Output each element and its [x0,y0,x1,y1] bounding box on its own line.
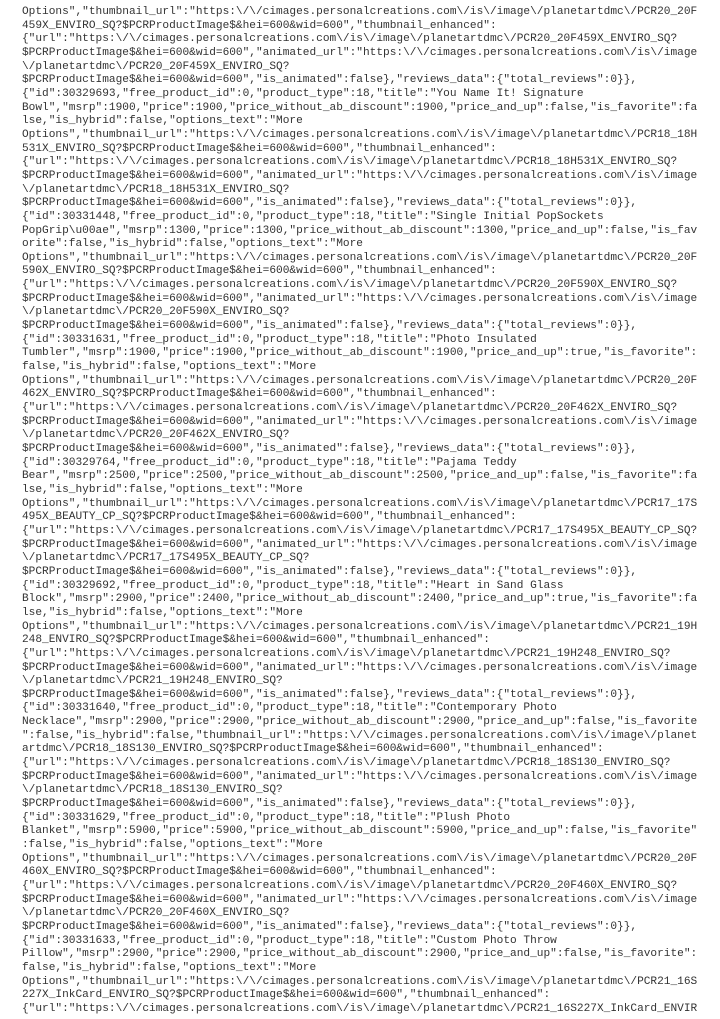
json-text-line: \/planetartdmc\/PCR20_20F460X_ENVIRO_SQ? [22,907,290,920]
json-text-line: $PCRProductImage$&hei=600&wid=600","is_a… [22,74,638,87]
json-text-line: {"url":"https:\/\/cimages.personalcreati… [22,880,678,892]
json-text-line: 590X_ENVIRO_SQ?$PCRProductImage$&hei=600… [22,265,497,278]
json-text-line: Options","thumbnail_url":"https:\/\/cima… [22,251,698,264]
json-text-line: Block","msrp":2900,"price":2400,"price_w… [22,593,698,606]
json-text-line: \/planetartdmc\/PCR17_17S495X_BEAUTY_CP_… [22,552,310,565]
json-text-line: {"url":"https:\/\/cimages.personalcreati… [22,402,678,415]
json-text-line: Necklace","msrp":2900,"price":2900,"pric… [22,716,698,729]
json-text-line: Bear","msrp":2500,"price":2500,"price_wi… [22,470,698,483]
json-text-line: false,"is_hybrid":false,"options_text":"… [22,361,317,374]
json-text-line: Options","thumbnail_url":"https:\/\/cima… [22,128,698,141]
json-text-line: \/planetartdmc\/PCR21_19H248_ENVIRO_SQ? [22,675,283,688]
json-text-line: Options","thumbnail_url":"https:\/\/cima… [22,620,698,633]
json-text-line: :false,"is_hybrid":false,"options_text":… [22,839,323,852]
raw-json-text: Options","thumbnail_url":"https:\/\/cima… [22,6,697,1017]
json-text-line: $PCRProductImage$&hei=600&wid=600","is_a… [22,565,638,578]
json-text-line: Options","thumbnail_url":"https:\/\/cima… [22,6,698,18]
json-text-line: $PCRProductImage$&hei=600&wid=600","is_a… [22,920,638,933]
json-text-line: false,"is_hybrid":false,"options_text":"… [22,961,317,974]
json-text-line: $PCRProductImage$&hei=600&wid=600","anim… [22,770,698,783]
json-text-line: \/planetartdmc\/PCR18_18H531X_ENVIRO_SQ? [22,183,290,196]
json-text-line: Options","thumbnail_url":"https:\/\/cima… [22,975,698,988]
json-text-line: $PCRProductImage$&hei=600&wid=600","anim… [22,415,698,428]
json-text-line: {"id":30331640,"free_product_id":0,"prod… [22,702,557,715]
json-text-line: $PCRProductImage$&hei=600&wid=600","anim… [22,292,698,305]
json-text-line: $PCRProductImage$&hei=600&wid=600","is_a… [22,798,638,811]
json-text-line: \/planetartdmc\/PCR20_20F590X_ENVIRO_SQ? [22,306,290,319]
json-text-line: \/planetartdmc\/PCR20_20F459X_ENVIRO_SQ? [22,60,290,73]
json-text-line: 495X_BEAUTY_CP_SQ?$PCRProductImage$&hei=… [22,511,517,524]
json-text-line: \/planetartdmc\/PCR18_18S130_ENVIRO_SQ? [22,784,283,797]
json-text-line: lse,"is_hybrid":false,"options_text":"Mo… [22,606,303,619]
json-text-line: Tumbler","msrp":1900,"price":1900,"price… [22,347,698,360]
json-text-line: Options","thumbnail_url":"https:\/\/cima… [22,852,698,865]
json-text-line: Pillow","msrp":2900,"price":2900,"price_… [22,948,698,961]
json-text-line: 462X_ENVIRO_SQ?$PCRProductImage$&hei=600… [22,388,497,401]
json-text-line: {"id":30329764,"free_product_id":0,"prod… [22,456,517,469]
json-text-line: {"url":"https:\/\/cimages.personalcreati… [22,647,671,660]
json-text-line: {"url":"https:\/\/cimages.personalcreati… [22,524,698,537]
json-text-line: $PCRProductImage$&hei=600&wid=600","anim… [22,893,698,906]
json-text-line: \/planetartdmc\/PCR20_20F462X_ENVIRO_SQ? [22,429,290,442]
json-text-line: 248_ENVIRO_SQ?$PCRProductImage$&hei=600&… [22,634,490,647]
json-text-line: $PCRProductImage$&hei=600&wid=600","is_a… [22,320,638,333]
json-text-line: {"id":30331633,"free_product_id":0,"prod… [22,934,557,947]
json-text-line: {"id":30331631,"free_product_id":0,"prod… [22,333,537,346]
json-text-line: $PCRProductImage$&hei=600&wid=600","anim… [22,46,698,59]
json-text-line: orite":false,"is_hybrid":false,"options_… [22,238,363,251]
json-text-line: $PCRProductImage$&hei=600&wid=600","is_a… [22,197,638,210]
json-text-line: $PCRProductImage$&hei=600&wid=600","is_a… [22,443,638,455]
json-text-line: artdmc\/PCR18_18S130_ENVIRO_SQ?$PCRProdu… [22,743,604,756]
json-text-line: {"url":"https:\/\/cimages.personalcreati… [22,156,678,169]
json-text-line: Options","thumbnail_url":"https:\/\/cima… [22,374,698,387]
json-text-line: {"id":30331448,"free_product_id":0,"prod… [22,210,604,223]
json-text-line: ":false,"is_hybrid":false,"thumbnail_url… [22,729,698,742]
json-text-line: $PCRProductImage$&hei=600&wid=600","anim… [22,538,698,551]
json-text-line: {"id":30329693,"free_product_id":0,"prod… [22,87,584,100]
json-text-line: {"url":"https:\/\/cimages.personalcreati… [22,279,678,292]
json-text-line: $PCRProductImage$&hei=600&wid=600","is_a… [22,688,638,701]
json-text-line: Options","thumbnail_url":"https:\/\/cima… [22,497,698,510]
json-text-line: Bowl","msrp":1900,"price":1900,"price_wi… [22,101,698,114]
json-text-line: 459X_ENVIRO_SQ?$PCRProductImage$&hei=600… [22,19,497,32]
json-text-line: $PCRProductImage$&hei=600&wid=600","anim… [22,661,698,674]
json-text-line: 460X_ENVIRO_SQ?$PCRProductImage$&hei=600… [22,866,497,879]
json-text-line: 531X_ENVIRO_SQ?$PCRProductImage$&hei=600… [22,142,497,155]
json-text-line: {"url":"https:\/\/cimages.personalcreati… [22,757,671,770]
json-text-line: {"url":"https:\/\/cimages.personalcreati… [22,33,678,46]
json-text-line: lse,"is_hybrid":false,"options_text":"Mo… [22,115,303,128]
json-text-line: PopGrip\u00ae","msrp":1300,"price":1300,… [22,224,698,237]
json-text-line: $PCRProductImage$&hei=600&wid=600","anim… [22,169,698,182]
json-text-line: Blanket","msrp":5900,"price":5900,"price… [22,825,698,838]
json-text-line: {"url":"https:\/\/cimages.personalcreati… [22,1002,698,1015]
json-text-line: {"id":30329692,"free_product_id":0,"prod… [22,579,564,592]
json-text-line: 227X_InkCard_ENVIRO_SQ?$PCRProductImage$… [22,989,551,1002]
json-text-line: lse,"is_hybrid":false,"options_text":"Mo… [22,483,303,496]
json-text-line: {"id":30331629,"free_product_id":0,"prod… [22,811,511,824]
